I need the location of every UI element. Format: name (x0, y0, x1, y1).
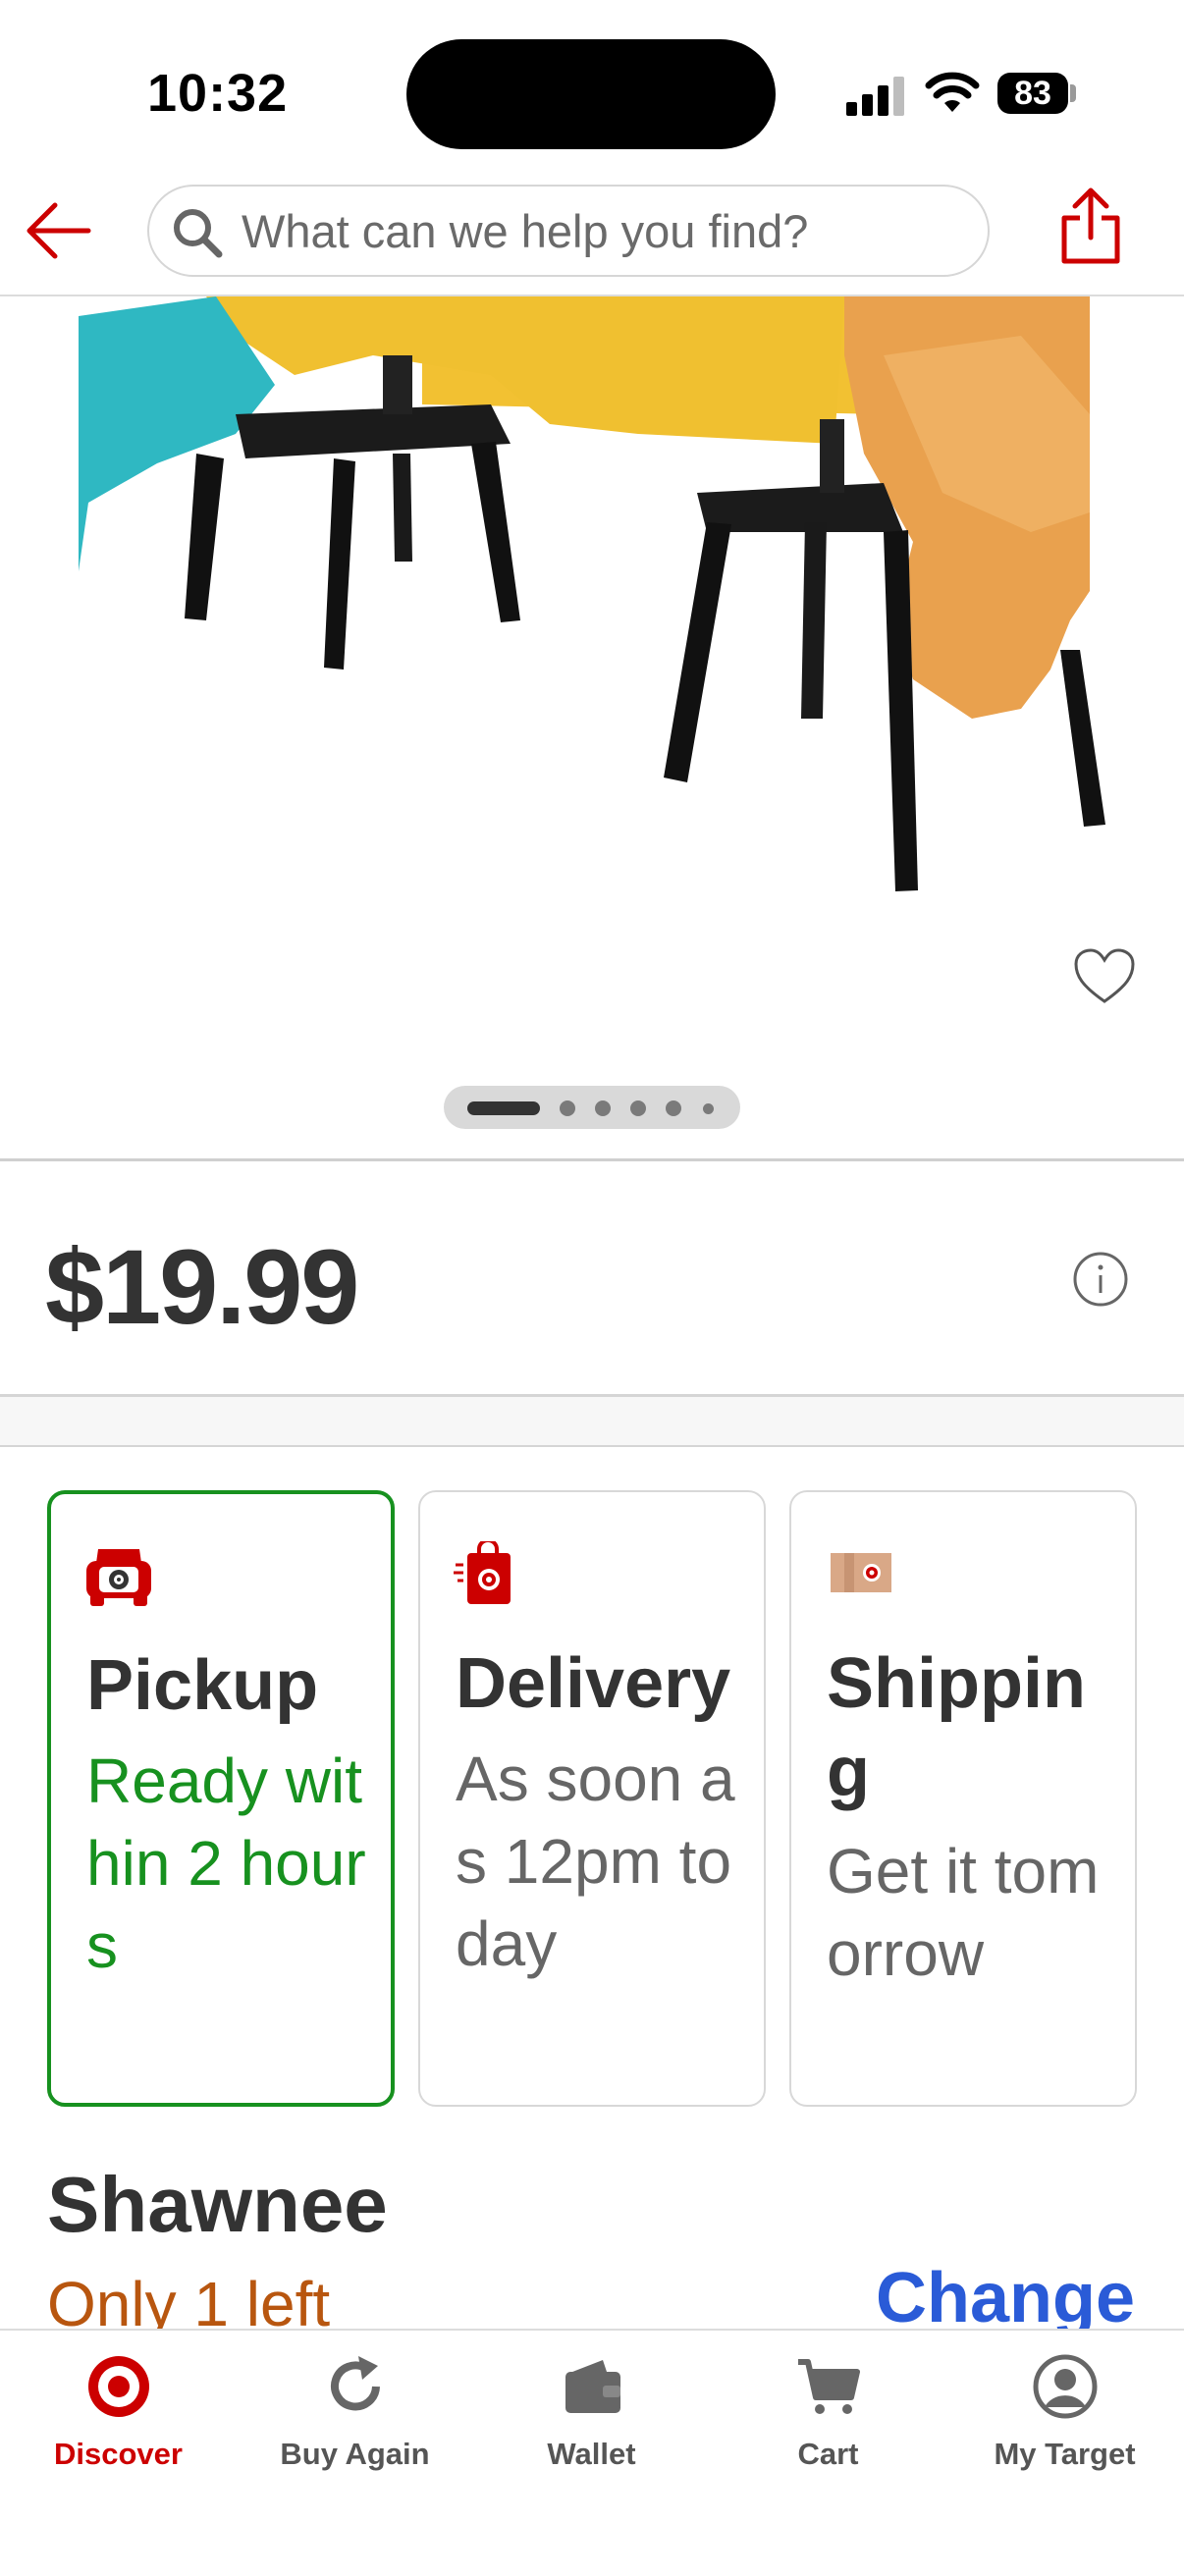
dynamic-island (406, 39, 776, 149)
cart-icon (798, 2359, 860, 2414)
tab-label-my-target: My Target (994, 2437, 1136, 2471)
pickup-title: Pickup (86, 1646, 319, 1725)
pickup-car-icon (86, 1549, 151, 1606)
wallet-icon (565, 2360, 620, 2413)
profile-icon (1033, 2354, 1098, 2419)
shipping-option-card[interactable]: Shipping Get it tomorrow (789, 1490, 1137, 2107)
carousel-dot-active (467, 1101, 540, 1115)
shipping-subtitle: Get it tomorrow (827, 1836, 1100, 1989)
image-carousel-indicator[interactable] (444, 1086, 740, 1129)
target-logo-icon (88, 2356, 149, 2417)
back-arrow-icon[interactable] (20, 196, 98, 265)
carousel-dot (630, 1100, 646, 1116)
tab-buy-again[interactable]: Buy Again (237, 2331, 473, 2576)
change-store-link[interactable]: Change (876, 2258, 1135, 2338)
shipping-title: Shipping (827, 1644, 1086, 1811)
tab-discover[interactable]: Discover (0, 2331, 237, 2576)
shipping-box-icon (831, 1553, 891, 1592)
tab-label-discover: Discover (54, 2437, 183, 2471)
favorite-heart-icon[interactable] (1072, 946, 1137, 1007)
tab-my-target[interactable]: My Target (946, 2331, 1183, 2576)
battery-level: 83 (997, 73, 1068, 114)
carousel-dot (666, 1100, 681, 1116)
search-bar[interactable] (147, 185, 990, 277)
product-image[interactable] (0, 296, 1184, 1160)
wifi-icon (925, 72, 980, 112)
refresh-icon (331, 2356, 380, 2411)
bottom-tab-bar: Discover Buy Again Wallet Cart My Target (0, 2329, 1184, 2576)
tab-label-cart: Cart (797, 2437, 859, 2471)
delivery-bag-icon (454, 1541, 511, 1604)
cellular-signal-icon (846, 77, 905, 116)
carousel-dot (703, 1103, 714, 1114)
battery-icon (1070, 84, 1076, 102)
share-icon[interactable] (1058, 187, 1123, 267)
carousel-dot (560, 1100, 575, 1116)
tab-label-wallet: Wallet (547, 2437, 636, 2471)
tab-cart[interactable]: Cart (710, 2331, 946, 2576)
delivery-subtitle: As soon as 12pm today (456, 1744, 735, 1979)
tab-label-buy-again: Buy Again (280, 2437, 430, 2471)
search-input[interactable] (242, 200, 968, 261)
delivery-title: Delivery (456, 1644, 731, 1723)
carousel-dot (595, 1100, 611, 1116)
status-time: 10:32 (147, 64, 289, 123)
info-icon[interactable] (1072, 1251, 1129, 1308)
pickup-option-card[interactable]: Pickup Ready within 2 hours (47, 1490, 395, 2107)
delivery-option-card[interactable]: Delivery As soon as 12pm today (418, 1490, 766, 2107)
section-divider (0, 1394, 1184, 1447)
tab-wallet[interactable]: Wallet (473, 2331, 710, 2576)
image-divider (0, 1158, 1184, 1161)
store-name: Shawnee (47, 2161, 388, 2248)
product-price: $19.99 (45, 1227, 359, 1346)
search-icon (174, 209, 223, 258)
pickup-subtitle: Ready within 2 hours (86, 1745, 366, 1981)
